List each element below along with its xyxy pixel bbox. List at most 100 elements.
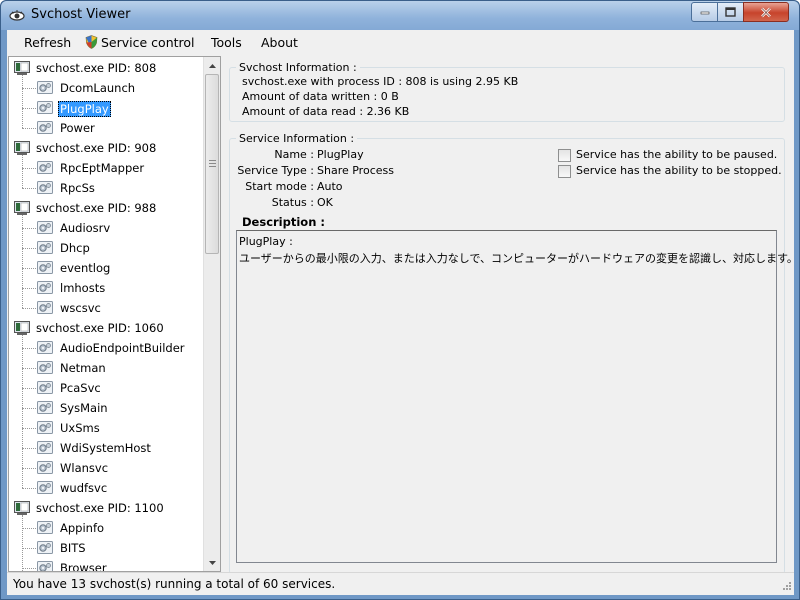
tree-node-service[interactable]: RpcEptMapper: [9, 158, 203, 178]
menu-tools[interactable]: Tools: [211, 35, 242, 50]
tree-connector: [22, 488, 36, 489]
tree-connector: [22, 528, 36, 529]
service-tree[interactable]: svchost.exe PID: 808 DcomLaunch PlugPlay Po…: [8, 56, 221, 572]
service-icon: [37, 481, 53, 494]
scroll-down-button[interactable]: [204, 554, 220, 571]
tree-node-label: Browser: [60, 561, 107, 572]
title-bar[interactable]: Svchost Viewer: [1, 1, 799, 30]
tree-node-label: wscsvc: [60, 301, 101, 315]
maximize-icon: [725, 7, 736, 17]
tree-node-service[interactable]: lmhosts: [9, 278, 203, 298]
tree-connector: [22, 548, 36, 549]
can-pause-checkbox[interactable]: [558, 149, 571, 162]
tree-connector: [22, 108, 36, 109]
tree-node-label: Power: [60, 121, 95, 135]
service-icon: [37, 121, 53, 134]
tree-node-svchost[interactable]: svchost.exe PID: 988: [9, 198, 203, 218]
tree-connector: [22, 368, 36, 369]
name-value: PlugPlay: [317, 148, 364, 161]
tree-node-service[interactable]: WdiSystemHost: [9, 438, 203, 458]
tree-node-service[interactable]: wudfsvc: [9, 478, 203, 498]
process-icon: [14, 201, 30, 215]
status-label: Status :: [271, 196, 314, 209]
service-icon: [37, 161, 53, 174]
process-icon: [14, 61, 30, 75]
tree-node-service[interactable]: Audiosrv: [9, 218, 203, 238]
tree-node-svchost[interactable]: svchost.exe PID: 1100: [9, 498, 203, 518]
maximize-button[interactable]: [717, 2, 744, 22]
tree-node-service[interactable]: wscsvc: [9, 298, 203, 318]
service-info-title: Service Information :: [236, 132, 358, 145]
svchost-data-written: Amount of data written : 0 B: [242, 90, 399, 103]
tree-node-service[interactable]: DcomLaunch: [9, 78, 203, 98]
can-stop-label[interactable]: Service has the ability to be stopped.: [576, 164, 782, 177]
can-stop-checkbox[interactable]: [558, 165, 571, 178]
tree-node-label: Netman: [60, 361, 106, 375]
tree-node-service[interactable]: PcaSvc: [9, 378, 203, 398]
tree-node-service[interactable]: SysMain: [9, 398, 203, 418]
description-service-name: PlugPlay :: [239, 235, 293, 248]
tree-node-service[interactable]: PlugPlay: [9, 98, 203, 118]
tree-node-label: PlugPlay: [58, 101, 111, 117]
service-icon: [37, 261, 53, 274]
service-icon: [37, 441, 53, 454]
tree-node-svchost[interactable]: svchost.exe PID: 1060: [9, 318, 203, 338]
tree-connector: [22, 288, 36, 289]
status-value: OK: [317, 196, 333, 209]
svchost-data-read: Amount of data read : 2.36 KB: [242, 105, 410, 118]
tree-connector: [22, 428, 36, 429]
tree-node-service[interactable]: UxSms: [9, 418, 203, 438]
tree-connector: [22, 75, 23, 128]
tree-node-label: Appinfo: [60, 521, 105, 535]
tree-node-label: RpcSs: [60, 181, 95, 195]
resize-grip-icon[interactable]: [780, 581, 792, 593]
tree-node-service[interactable]: AudioEndpointBuilder: [9, 338, 203, 358]
menu-service-control[interactable]: Service control: [85, 35, 195, 50]
tree-node-svchost[interactable]: svchost.exe PID: 808: [9, 58, 203, 78]
tree-node-svchost[interactable]: svchost.exe PID: 908: [9, 138, 203, 158]
close-button[interactable]: [743, 2, 789, 22]
tree-node-label: DcomLaunch: [60, 81, 136, 95]
svchost-info-group: Svchost Information : svchost.exe with p…: [229, 61, 785, 122]
tree-node-label: svchost.exe PID: 988: [36, 201, 157, 215]
tree-node-label: AudioEndpointBuilder: [60, 341, 185, 355]
description-title: Description :: [242, 215, 325, 229]
scroll-thumb[interactable]: [205, 74, 219, 254]
menu-about[interactable]: About: [261, 35, 298, 50]
tree-node-service[interactable]: Wlansvc: [9, 458, 203, 478]
tree-node-label: BITS: [60, 541, 86, 555]
can-pause-label[interactable]: Service has the ability to be paused.: [576, 148, 777, 161]
start-mode-label: Start mode :: [245, 180, 314, 193]
tree-node-service[interactable]: Appinfo: [9, 518, 203, 538]
minimize-button[interactable]: [691, 2, 718, 22]
tree-connector: [22, 128, 36, 129]
tree-node-service[interactable]: Netman: [9, 358, 203, 378]
tree-scrollbar[interactable]: [203, 57, 220, 571]
tree-node-service[interactable]: BITS: [9, 538, 203, 558]
tree-connector: [22, 168, 36, 169]
tree-node-label: RpcEptMapper: [60, 161, 145, 175]
tree-node-service[interactable]: Dhcp: [9, 238, 203, 258]
service-type-value: Share Process: [317, 164, 394, 177]
grip-icon: [209, 160, 216, 167]
tree-node-label: Audiosrv: [60, 221, 111, 235]
process-icon: [14, 321, 30, 335]
app-window: Svchost Viewer Refresh Service control T…: [0, 0, 800, 600]
tree-connector: [22, 388, 36, 389]
menu-refresh[interactable]: Refresh: [24, 35, 71, 50]
menu-bar: Refresh Service control Tools About: [7, 30, 794, 55]
tree-node-service[interactable]: eventlog: [9, 258, 203, 278]
tree-connector: [22, 155, 23, 188]
tree-node-label: svchost.exe PID: 1060: [36, 321, 164, 335]
tree-node-service[interactable]: Power: [9, 118, 203, 138]
name-label: Name :: [274, 148, 314, 161]
tree-node-service[interactable]: Browser: [9, 558, 203, 572]
status-text: You have 13 svchost(s) running a total o…: [13, 577, 336, 591]
tree-node-label: wudfsvc: [60, 481, 108, 495]
scroll-up-button[interactable]: [204, 57, 220, 74]
minimize-icon: [700, 11, 709, 15]
tree-node-label: lmhosts: [60, 281, 106, 295]
tree-node-service[interactable]: RpcSs: [9, 178, 203, 198]
tree-node-label: UxSms: [60, 421, 100, 435]
description-textbox[interactable]: PlugPlay : ユーザーからの最小限の入力、または入力なしで、コンピュータ…: [236, 230, 798, 563]
